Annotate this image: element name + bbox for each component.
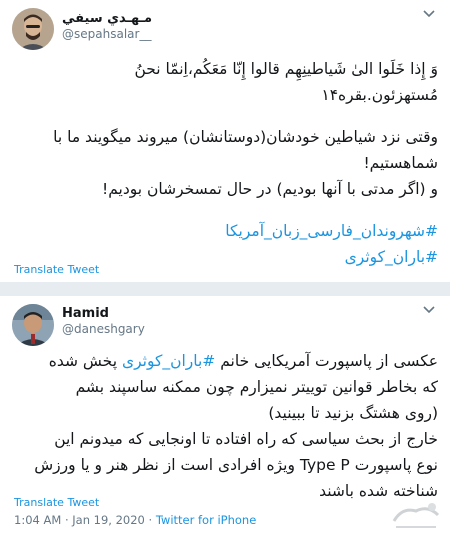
meta-separator: · [64, 513, 69, 527]
tweet-line: وَ إِذا خَلَوا الیٰ شَیاطینِهِم قالوا إِ… [134, 60, 438, 78]
tweet-text: وَ إِذا خَلَوا الیٰ شَیاطینِهِم قالوا إِ… [12, 56, 438, 270]
watermark-logo [388, 497, 444, 533]
tweet-line: و (اگر مدتی با آنها بودیم) در حال تمسخرش… [102, 180, 438, 198]
display-name[interactable]: مـهـدي سيفي [62, 11, 152, 26]
translate-tweet-link[interactable]: Translate Tweet [14, 263, 99, 276]
tweet-line: شماهستیم! [363, 154, 438, 172]
display-name[interactable]: Hamid [62, 306, 109, 321]
tweet-line: خارج از بحث سیاسی که راه افتاده تا اونجا… [54, 430, 438, 448]
tweet-text-segment: پخش شده [48, 352, 118, 370]
user-handle[interactable]: @sepahsalar__ [62, 27, 151, 41]
tweet-line: نوع پاسپورت Type P ویژه افرادی است از نظ… [34, 456, 438, 474]
avatar[interactable] [12, 8, 54, 50]
chevron-down-icon[interactable] [420, 8, 438, 22]
tweet-text: عکسی از پاسپورت آمریکایی خانم #باران_کوث… [12, 348, 438, 504]
tweet-card-1: مـهـدي سيفي @sepahsalar__ وَ إِذا خَلَوا… [0, 0, 450, 282]
tweet-text-segment: عکسی از پاسپورت آمریکایی خانم [220, 352, 438, 370]
tweet-line: وقتی نزد شیاطین خودشان(دوستانشان) میروند… [53, 128, 438, 146]
tweet-card-2: Hamid @daneshgary عکسی از پاسپورت آمریکا… [0, 296, 450, 537]
tweet-line: (روی هشتگ بزنید تا ببینید) [268, 404, 438, 422]
translate-tweet-link[interactable]: Translate Tweet [14, 496, 99, 509]
meta-separator: · [148, 513, 153, 527]
hashtag-link[interactable]: #باران_کوثری [122, 352, 215, 370]
avatar[interactable] [12, 304, 54, 346]
tweet-time[interactable]: 1:04 AM [14, 513, 61, 527]
tweet-source-link[interactable]: Twitter for iPhone [156, 513, 257, 527]
tweet-separator [0, 282, 450, 296]
tweet-line: که بخاطر قوانین توییتر نمیزارم چون ممکنه… [75, 378, 438, 396]
chevron-down-icon[interactable] [420, 304, 438, 318]
tweet-metadata: 1:04 AM · Jan 19, 2020 · Twitter for iPh… [14, 513, 256, 527]
tweet-line: عکسی از پاسپورت آمریکایی خانم #باران_کوث… [12, 348, 438, 374]
tweet-date[interactable]: Jan 19, 2020 [72, 513, 145, 527]
hashtag-link[interactable]: #شهروندان_فارسی_زبان_آمریکا [12, 218, 438, 244]
tweet-line: مُستهزئون.بقره۱۴ [321, 86, 438, 104]
user-handle[interactable]: @daneshgary [62, 322, 145, 336]
